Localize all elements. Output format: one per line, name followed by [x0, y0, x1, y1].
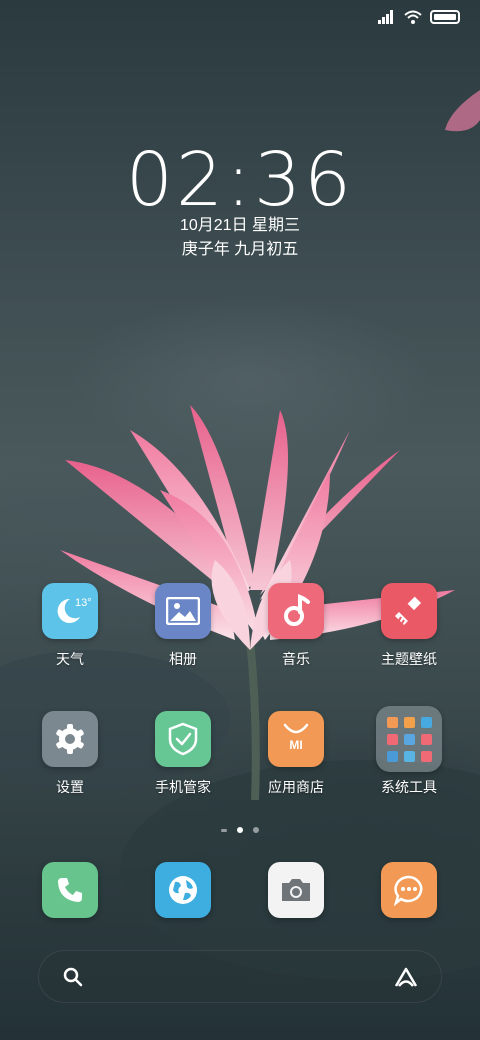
assistant-icon[interactable]	[393, 966, 419, 988]
mini-app-icon	[403, 750, 415, 762]
dock-browser[interactable]	[127, 862, 239, 918]
wifi-icon	[404, 10, 422, 24]
paintbrush-icon	[381, 583, 437, 639]
app-label: 主题壁纸	[381, 651, 437, 667]
phone-icon	[42, 862, 98, 918]
music-note-icon	[268, 583, 324, 639]
app-label: 音乐	[282, 651, 310, 667]
mini-app-icon	[420, 750, 432, 762]
gallery-icon	[155, 583, 211, 639]
app-label: 天气	[56, 651, 84, 667]
mini-app-icon	[420, 716, 432, 728]
app-label: 应用商店	[268, 779, 324, 795]
pager-minus-one[interactable]	[221, 828, 227, 832]
mini-app-icon	[403, 733, 415, 745]
clock-widget[interactable]: 02:36 10月21日 星期三 庚子年 九月初五	[0, 140, 480, 262]
dock-camera[interactable]	[240, 862, 352, 918]
weather-temp: 13°	[75, 597, 92, 609]
app-label: 设置	[56, 779, 84, 795]
app-weather[interactable]: 13° 天气	[14, 583, 126, 668]
shopping-bag-icon: MI	[268, 711, 324, 767]
page-indicator[interactable]	[0, 827, 480, 833]
clock-lunar-date: 庚子年 九月初五	[181, 241, 299, 258]
mini-app-icon	[386, 750, 398, 762]
search-icon[interactable]	[63, 967, 83, 987]
app-gallery[interactable]: 相册	[127, 583, 239, 668]
dock-phone[interactable]	[14, 862, 126, 918]
folder-tools[interactable]: 系统工具	[353, 706, 465, 796]
app-label: 手机管家	[155, 779, 211, 795]
pager-dot[interactable]	[253, 827, 259, 833]
shield-check-icon	[155, 711, 211, 767]
app-label: 相册	[169, 651, 197, 667]
mini-app-icon	[386, 716, 398, 728]
mini-app-icon	[386, 733, 398, 745]
app-music[interactable]: 音乐	[240, 583, 352, 668]
app-settings[interactable]: 设置	[14, 711, 126, 796]
search-bar[interactable]	[38, 950, 442, 1003]
dock-messages[interactable]	[353, 862, 465, 918]
clock-time: 02:36	[125, 137, 355, 223]
signal-icon	[378, 10, 393, 24]
pager-dot-active[interactable]	[237, 827, 243, 833]
app-store[interactable]: MI 应用商店	[240, 711, 352, 796]
globe-icon	[155, 862, 211, 918]
app-label: 系统工具	[381, 779, 437, 795]
gear-icon	[42, 711, 98, 767]
status-bar	[378, 10, 460, 24]
battery-level	[434, 14, 456, 20]
mini-app-icon	[420, 733, 432, 745]
app-themes[interactable]: 主题壁纸	[353, 583, 465, 668]
clock-date: 10月21日 星期三	[179, 217, 301, 234]
app-store-badge: MI	[289, 738, 302, 752]
app-security[interactable]: 手机管家	[127, 711, 239, 796]
folder-icon	[376, 706, 442, 772]
weather-moon-icon: 13°	[42, 583, 98, 639]
mini-app-icon	[403, 716, 415, 728]
camera-icon	[268, 862, 324, 918]
chat-bubble-icon	[381, 862, 437, 918]
battery-icon	[430, 10, 460, 24]
